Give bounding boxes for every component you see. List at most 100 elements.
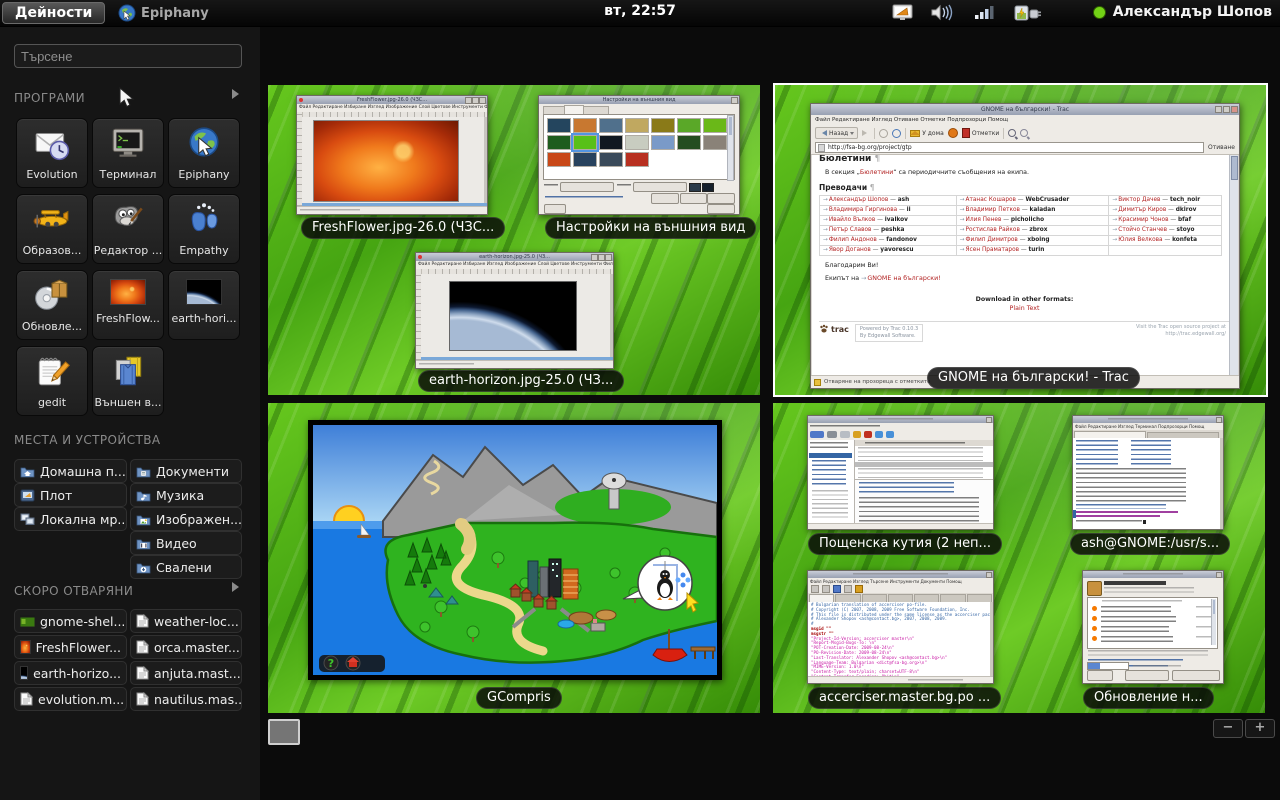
back-button[interactable]: Назад <box>815 127 858 139</box>
evolution-folder-tree[interactable] <box>808 440 855 524</box>
recent-freshflower[interactable]: FreshFlower... <box>14 635 127 659</box>
activities-button[interactable]: Дейности <box>2 2 105 24</box>
place-videos[interactable]: Видео <box>130 531 242 555</box>
update-list[interactable] <box>1087 597 1218 649</box>
user-menu[interactable]: Александър Шопов <box>1093 4 1272 20</box>
window-gcompris[interactable]: ? <box>308 420 722 680</box>
workspace-3[interactable]: ? GCompris <box>268 403 760 713</box>
recent-evolution-file[interactable]: evolution.m... <box>14 687 127 711</box>
gedit-scrollbar[interactable] <box>990 602 993 677</box>
update-install-button[interactable] <box>1172 670 1220 681</box>
wallpaper-thumb[interactable] <box>599 152 623 167</box>
place-music[interactable]: Музика <box>130 483 242 507</box>
reload-icon[interactable] <box>892 129 901 138</box>
restore-button[interactable] <box>651 193 679 204</box>
home-button[interactable]: У дома <box>910 130 944 137</box>
wallpaper-thumb[interactable] <box>677 135 701 150</box>
workspace-2-active[interactable]: GNOME на български! - Trac Файл Редактир… <box>773 83 1268 397</box>
terminal-scrollbar[interactable] <box>1220 438 1223 529</box>
close-button[interactable] <box>605 254 612 261</box>
forward-icon[interactable] <box>862 130 870 136</box>
maximize-button[interactable] <box>598 254 605 261</box>
app-tile-earth-horizon[interactable]: earth-hori... <box>168 270 240 340</box>
programs-expand-icon[interactable] <box>232 89 244 99</box>
close-button[interactable] <box>1216 572 1222 578</box>
place-desktop[interactable]: Плот <box>14 483 127 507</box>
app-tile-empathy[interactable]: Empathy <box>168 194 240 264</box>
wallpaper-thumb[interactable] <box>599 135 623 150</box>
save-button[interactable] <box>680 193 707 204</box>
wallpaper-thumb[interactable] <box>573 152 597 167</box>
window-epiphany-trac[interactable]: GNOME на български! - Trac Файл Редактир… <box>810 103 1240 389</box>
app-menu[interactable]: Epiphany <box>118 2 209 24</box>
place-local-network[interactable]: Локална мр... <box>14 507 127 531</box>
recent-earth-horizon[interactable]: earth-horizo... <box>14 661 127 685</box>
gimp-vscrollbar[interactable] <box>484 117 487 203</box>
wallpaper-thumb[interactable] <box>651 118 675 133</box>
recent-gnome-shell[interactable]: gnome-shel... <box>14 609 127 633</box>
help-button[interactable] <box>544 204 566 214</box>
zoom-in-icon[interactable] <box>1008 129 1016 137</box>
color-swatch-2[interactable] <box>702 183 714 192</box>
url-input[interactable]: http://fsa-bg.org/project/gtp <box>815 142 1204 153</box>
volume-icon[interactable] <box>930 4 954 21</box>
maximize-button[interactable] <box>472 97 479 104</box>
app-tile-freshflower[interactable]: FreshFlow... <box>92 270 164 340</box>
style-dropdown[interactable] <box>560 182 614 192</box>
recent-nautilus[interactable]: nautilus.mas... <box>130 687 242 711</box>
place-home[interactable]: Домашна п... <box>14 459 127 483</box>
place-documents[interactable]: Документи <box>130 459 242 483</box>
wallpaper-thumb[interactable] <box>625 135 649 150</box>
wallpaper-thumb[interactable] <box>625 152 649 167</box>
minimize-button[interactable] <box>465 97 472 104</box>
recent-anjuta[interactable]: anjuta.mast... <box>130 661 242 685</box>
app-tile-gimp[interactable]: Редактор ... <box>92 194 164 264</box>
workspace-4[interactable]: Пощенска кутия (2 неп... Файл Редактиран… <box>773 403 1265 713</box>
update-help-button[interactable] <box>1087 670 1113 681</box>
app-tile-software-update[interactable]: Обновле... <box>16 270 88 340</box>
wallpaper-thumb[interactable] <box>547 135 571 150</box>
stop-icon[interactable] <box>879 129 888 138</box>
minimize-button[interactable] <box>1215 106 1222 113</box>
app-tile-gcompris[interactable]: Образов... <box>16 194 88 264</box>
window-gimp-earth[interactable]: earth-horizon.jpg-25.0 (ЧЗ... Файл Редак… <box>415 252 614 369</box>
wallpaper-scrollbar[interactable] <box>727 115 734 181</box>
window-gedit-accerciser[interactable]: Файл Редактиране Изглед Търсене Инструме… <box>807 570 994 684</box>
window-software-update[interactable] <box>1082 570 1224 684</box>
workspace-1[interactable]: FreshFlower.jpg-26.0 (ЧЗС... Файл Редакт… <box>268 85 760 395</box>
wallpaper-thumb[interactable] <box>625 118 649 133</box>
wallpaper-thumb[interactable] <box>677 118 701 133</box>
browser-scrollbar[interactable] <box>1229 155 1238 375</box>
place-downloads[interactable]: Свалени <box>130 555 242 579</box>
app-tile-evolution[interactable]: Evolution <box>16 118 88 188</box>
workspace-add-target[interactable] <box>268 719 300 745</box>
add-button[interactable] <box>707 193 735 204</box>
wallpaper-thumb[interactable] <box>547 152 571 167</box>
wallpaper-thumb[interactable] <box>599 118 623 133</box>
app-tile-epiphany[interactable]: Epiphany <box>168 118 240 188</box>
network-signal-icon[interactable] <box>974 4 996 21</box>
wallpaper-thumb[interactable] <box>651 135 675 150</box>
gimp-vscrollbar[interactable] <box>610 274 613 357</box>
window-gimp-freshflower[interactable]: FreshFlower.jpg-26.0 (ЧЗС... Файл Редакт… <box>296 95 488 215</box>
app-tile-appearance[interactable]: Външен в... <box>92 346 164 416</box>
recent-expand-icon[interactable] <box>232 582 244 592</box>
clock[interactable]: вт, 22:57 <box>540 3 740 19</box>
recent-weather-loc[interactable]: weather-loc... <box>130 609 242 633</box>
app-tile-terminal[interactable]: Терминал <box>92 118 164 188</box>
search-input[interactable] <box>14 44 242 68</box>
window-evolution-mail[interactable] <box>807 415 994 530</box>
wallpaper-thumb[interactable] <box>573 118 597 133</box>
window-terminal[interactable]: Файл Редактиране Изглед Терминал Подпроз… <box>1072 415 1224 530</box>
update-check-button[interactable] <box>1125 670 1169 681</box>
close-dialog-button[interactable] <box>707 204 735 214</box>
maximize-button[interactable] <box>1223 106 1230 113</box>
wallpaper-thumb[interactable] <box>703 135 727 150</box>
color-swatch-1[interactable] <box>689 183 701 192</box>
minimize-button[interactable] <box>591 254 598 261</box>
battery-icon[interactable] <box>1014 4 1042 22</box>
app-tile-gedit[interactable]: gedit <box>16 346 88 416</box>
terminal-screen[interactable] <box>1073 438 1220 529</box>
workspace-remove-button[interactable]: − <box>1213 719 1243 738</box>
go-button[interactable]: Отиване <box>1208 144 1235 151</box>
